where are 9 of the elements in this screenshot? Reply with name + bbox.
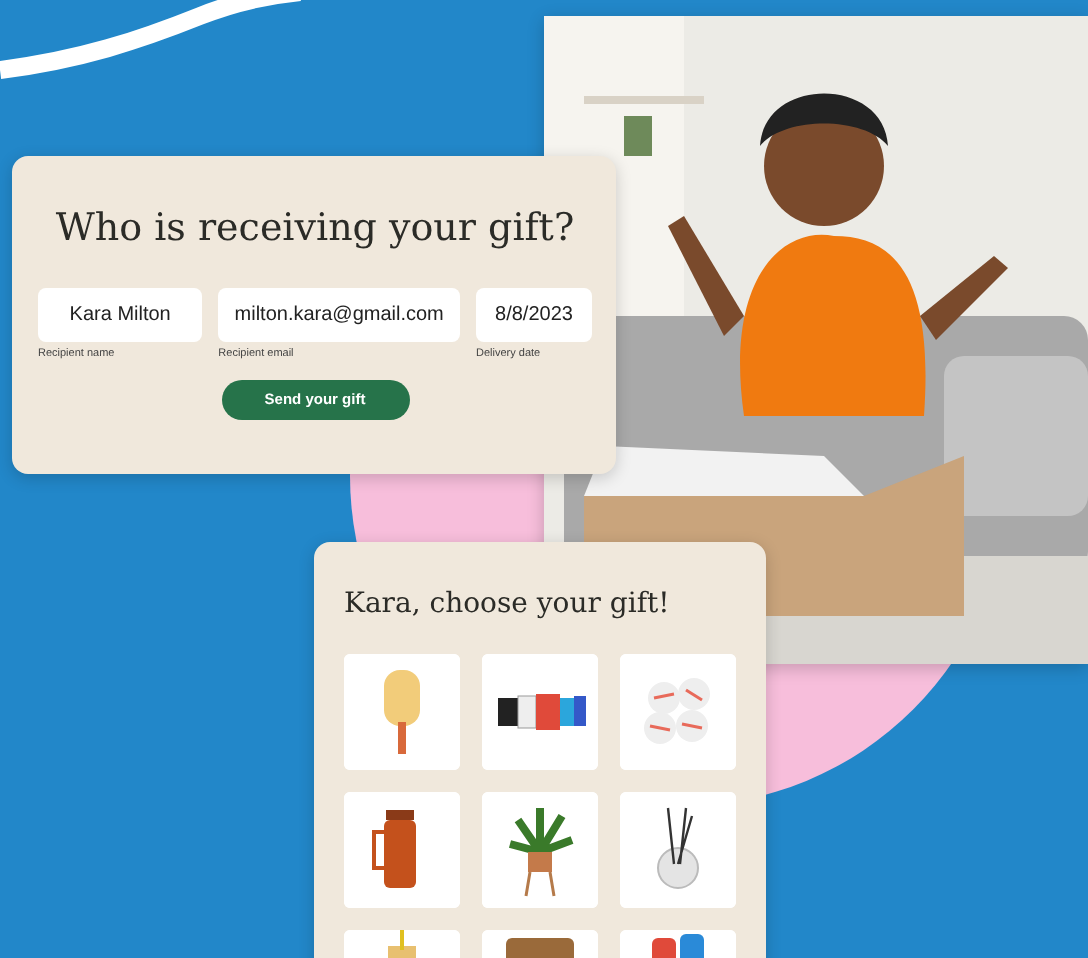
gift-tile[interactable]	[344, 791, 460, 908]
gift-tile[interactable]	[344, 653, 460, 770]
gift-tile[interactable]	[482, 791, 598, 908]
input-field[interactable]: Kara Milton	[38, 287, 203, 342]
input-field[interactable]: milton.kara@gmail.com	[218, 287, 460, 342]
form-title: Who is receiving your gift?	[53, 204, 577, 254]
gift-tile[interactable]	[620, 791, 736, 908]
gift-tile[interactable]	[620, 653, 736, 770]
gift-tile[interactable]	[482, 653, 598, 770]
